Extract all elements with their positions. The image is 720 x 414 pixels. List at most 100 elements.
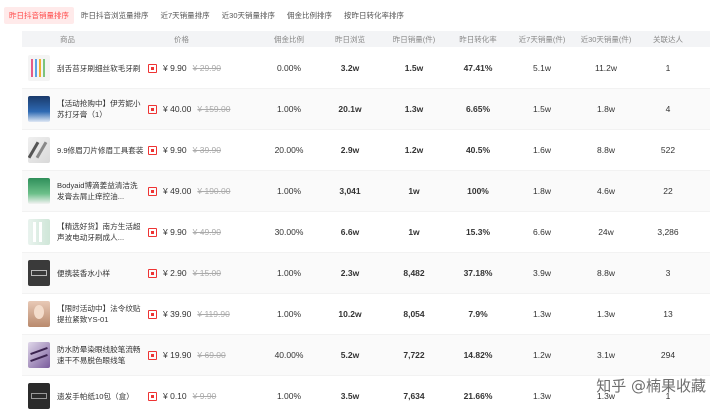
header-yesterday-conversion[interactable]: 昨日转化率 [446, 34, 510, 45]
product-thumbnail[interactable] [28, 383, 50, 409]
yesterday-conversion: 15.3% [465, 227, 491, 237]
header-price: 价格 [174, 34, 189, 44]
product-name[interactable]: 【限时活动中】法令纹贴提拉紧致YS-01 [57, 303, 144, 325]
related-influencers[interactable]: 4 [638, 104, 698, 114]
related-influencers[interactable]: 3,286 [638, 227, 698, 237]
product-cell[interactable]: 刮舌苔牙刷细丝软毛牙刷 [22, 55, 144, 81]
product-cell[interactable]: 防水防晕染眼线胶笔流畅速干不易脱色眼线笔 [22, 342, 144, 368]
product-name[interactable]: 防水防晕染眼线胶笔流畅速干不易脱色眼线笔 [57, 344, 144, 366]
table-row[interactable]: 【限时活动中】法令纹贴提拉紧致YS-01 ¥ 39.90 ¥ 119.90 1.… [22, 294, 710, 335]
related-influencers[interactable]: 1 [638, 63, 698, 73]
price-cell: ¥ 19.90 ¥ 69.00 [144, 350, 260, 360]
sales-7day: 1.8w [533, 186, 551, 196]
table-row[interactable]: 便携装香水小样 ¥ 2.90 ¥ 15.00 1.00% 2.3w 8,482 … [22, 253, 710, 294]
related-influencers[interactable]: 294 [638, 350, 698, 360]
tab-yesterday-sales[interactable]: 昨日抖音销量排序 [4, 6, 74, 24]
tab-commission[interactable]: 佣金比例排序 [282, 7, 337, 24]
related-influencers[interactable]: 22 [638, 186, 698, 196]
product-thumbnail[interactable] [28, 137, 50, 163]
yesterday-views: 6.6w [340, 227, 360, 237]
table-row[interactable]: 9.9修眉刀片修眉工具套装 ¥ 9.90 ¥ 39.90 20.00% 2.9w… [22, 130, 710, 171]
product-cell[interactable]: 便携装香水小样 [22, 260, 144, 286]
price-cell: ¥ 39.90 ¥ 119.90 [144, 309, 260, 319]
related-influencers[interactable]: 13 [638, 309, 698, 319]
product-name[interactable]: 9.9修眉刀片修眉工具套装 [57, 145, 144, 156]
related-influencers[interactable]: 3 [638, 268, 698, 278]
table-row[interactable]: 【活动抢购中】伊芳妮小苏打牙膏（1） ¥ 40.00 ¥ 159.00 1.00… [22, 89, 710, 130]
yesterday-views: 3.2w [340, 63, 360, 73]
sort-tabs: 昨日抖音销量排序 昨日抖音浏览量排序 近7天销量排序 近30天销量排序 佣金比例… [0, 6, 411, 24]
product-thumbnail[interactable] [28, 260, 50, 286]
sales-30day: 24w [598, 227, 614, 237]
yesterday-sales: 1.5w [404, 63, 424, 73]
tab-conversion[interactable]: 按昨日转化率排序 [339, 7, 409, 24]
sales-7day: 1.6w [533, 145, 551, 155]
commission-rate: 20.00% [274, 145, 304, 155]
current-price: ¥ 39.90 [163, 309, 192, 319]
product-cell[interactable]: 遗发手帕纸10包（盒） [22, 383, 144, 409]
original-price: ¥ 190.00 [197, 186, 231, 196]
yesterday-sales: 1w [408, 227, 420, 237]
original-price: ¥ 119.90 [197, 309, 230, 319]
yesterday-sales: 1.3w [404, 104, 424, 114]
product-name[interactable]: 遗发手帕纸10包（盒） [57, 391, 144, 402]
product-thumbnail[interactable] [28, 342, 50, 368]
sales-7day: 5.1w [533, 63, 551, 73]
product-name[interactable]: 【活动抢购中】伊芳妮小苏打牙膏（1） [57, 98, 144, 120]
current-price: ¥ 49.00 [163, 186, 192, 196]
price-tag-icon [148, 268, 157, 278]
product-name[interactable]: 便携装香水小样 [57, 268, 144, 279]
price-cell: ¥ 9.90 ¥ 49.90 [144, 227, 260, 237]
table-row[interactable]: 【精选好货】南方生活超声波电动牙刷成人... ¥ 9.90 ¥ 49.90 30… [22, 212, 710, 253]
price-cell: ¥ 9.90 ¥ 29.90 [144, 63, 260, 73]
product-thumbnail[interactable] [28, 55, 50, 81]
product-name[interactable]: Bodyaid博滴姜益清洁洗发膏去屑止痒控油... [57, 180, 144, 202]
price-tag-icon [148, 186, 157, 196]
price-tag-icon [148, 309, 157, 319]
yesterday-conversion: 37.18% [463, 268, 493, 278]
price-cell: ¥ 0.10 ¥ 9.90 [144, 391, 260, 401]
yesterday-views: 10.2w [338, 309, 362, 319]
product-cell[interactable]: 【限时活动中】法令纹贴提拉紧致YS-01 [22, 301, 144, 327]
tab-yesterday-views[interactable]: 昨日抖音浏览量排序 [76, 7, 154, 24]
tab-30day-sales[interactable]: 近30天销量排序 [217, 7, 280, 24]
product-thumbnail[interactable] [28, 178, 50, 204]
sales-7day: 1.2w [533, 350, 551, 360]
yesterday-conversion: 7.9% [468, 309, 488, 319]
current-price: ¥ 9.90 [163, 145, 187, 155]
product-cell[interactable]: 【活动抢购中】伊芳妮小苏打牙膏（1） [22, 96, 144, 122]
header-30day-sales[interactable]: 近30天销量(件) [574, 34, 638, 45]
price-cell: ¥ 49.00 ¥ 190.00 [144, 186, 260, 196]
product-thumbnail[interactable] [28, 219, 50, 245]
table-row[interactable]: Bodyaid博滴姜益清洁洗发膏去屑止痒控油... ¥ 49.00 ¥ 190.… [22, 171, 710, 212]
product-name[interactable]: 【精选好货】南方生活超声波电动牙刷成人... [57, 221, 144, 243]
sales-30day: 4.6w [597, 186, 615, 196]
yesterday-conversion: 6.65% [465, 104, 491, 114]
yesterday-views: 2.9w [340, 145, 360, 155]
current-price: ¥ 9.90 [163, 227, 187, 237]
product-cell[interactable]: 9.9修眉刀片修眉工具套装 [22, 137, 144, 163]
tab-7day-sales[interactable]: 近7天销量排序 [156, 7, 215, 24]
price-tag-icon [148, 104, 157, 114]
header-commission[interactable]: 佣金比例 [260, 34, 318, 45]
header-7day-sales[interactable]: 近7天销量(件) [510, 34, 574, 45]
commission-rate: 0.00% [276, 63, 302, 73]
related-influencers[interactable]: 522 [638, 145, 698, 155]
sales-30day: 11.2w [594, 63, 618, 73]
header-yesterday-views[interactable]: 昨日浏览 [318, 34, 382, 45]
current-price: ¥ 2.90 [163, 268, 187, 278]
yesterday-sales: 1.2w [404, 145, 424, 155]
price-tag-icon [148, 227, 157, 237]
header-yesterday-sales[interactable]: 昨日销量(件) [382, 34, 446, 45]
product-thumbnail[interactable] [28, 96, 50, 122]
yesterday-views: 2.3w [340, 268, 360, 278]
product-cell[interactable]: Bodyaid博滴姜益清洁洗发膏去屑止痒控油... [22, 178, 144, 204]
table-row[interactable]: 刮舌苔牙刷细丝软毛牙刷 ¥ 9.90 ¥ 29.90 0.00% 3.2w 1.… [22, 48, 710, 89]
sales-7day: 1.3w [533, 391, 551, 401]
sales-30day: 1.3w [597, 309, 615, 319]
product-thumbnail[interactable] [28, 301, 50, 327]
commission-rate: 40.00% [274, 350, 304, 360]
product-cell[interactable]: 【精选好货】南方生活超声波电动牙刷成人... [22, 219, 144, 245]
product-name[interactable]: 刮舌苔牙刷细丝软毛牙刷 [57, 63, 144, 74]
table-row[interactable]: 防水防晕染眼线胶笔流畅速干不易脱色眼线笔 ¥ 19.90 ¥ 69.00 40.… [22, 335, 710, 376]
